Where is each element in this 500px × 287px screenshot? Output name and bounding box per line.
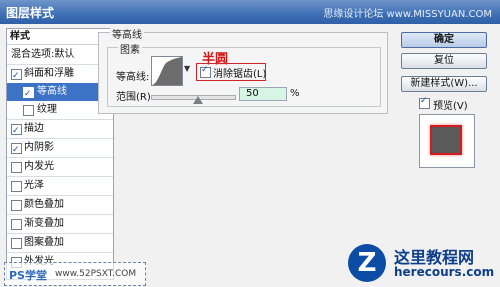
sidebar-item-label: 内发光 (24, 161, 54, 172)
range-input[interactable]: 50 (239, 87, 287, 101)
sidebar-item-stroke[interactable]: 描边 (7, 120, 113, 140)
checkbox[interactable] (11, 67, 22, 85)
checkbox[interactable] (23, 105, 34, 116)
site-watermark: 思缘设计论坛 www.MISSYUAN.COM (323, 9, 492, 20)
sidebar-item-label: 混合选项:默认 (11, 49, 75, 60)
sidebar-item-label: 内阴影 (24, 142, 54, 153)
sidebar-item-gradient-overlay[interactable]: 渐变叠加 (7, 215, 113, 233)
contour-label: 等高线: (116, 72, 150, 83)
checkbox[interactable] (11, 219, 22, 230)
group-title: 等高线 (110, 26, 144, 41)
sidebar-item-label: 光泽 (24, 180, 44, 191)
percent-unit: % (290, 88, 300, 99)
style-preview (419, 114, 475, 168)
sidebar-item-label: 描边 (24, 123, 44, 134)
sidebar-item-label: 斜面和浮雕 (24, 68, 74, 79)
slider-thumb[interactable] (193, 96, 203, 104)
bottom-watermark: PS学堂 www.52PSXT.COM (4, 262, 146, 286)
brand-logo-icon: Z (348, 244, 386, 282)
checkbox[interactable] (11, 238, 22, 249)
ok-button[interactable]: 确定 (401, 32, 487, 48)
contour-picker[interactable] (151, 56, 183, 86)
checkbox[interactable] (419, 96, 430, 109)
brand-watermark: Z 这里教程网 herecours.com (336, 238, 500, 287)
sidebar-item-label: 渐变叠加 (24, 218, 64, 229)
sidebar-item-satin[interactable]: 光泽 (7, 177, 113, 195)
title-bar: 图层样式 思缘设计论坛 www.MISSYUAN.COM (0, 0, 500, 24)
checkbox[interactable] (11, 122, 22, 140)
reset-button[interactable]: 复位 (401, 53, 487, 69)
checkbox[interactable] (23, 85, 34, 103)
watermark-text: PS学堂 (9, 269, 47, 282)
checkbox[interactable] (11, 162, 22, 173)
checkbox[interactable] (11, 181, 22, 192)
checkbox[interactable] (11, 141, 22, 159)
sidebar-item-label: 纹理 (37, 104, 57, 115)
sidebar-item-inner-glow[interactable]: 内发光 (7, 158, 113, 176)
brand-url: herecours.com (394, 265, 495, 279)
chevron-down-icon[interactable]: ▼ (184, 64, 190, 73)
sidebar-item-inner-shadow[interactable]: 内阴影 (7, 139, 113, 159)
new-style-button[interactable]: 新建样式(W)... (401, 76, 487, 92)
range-label: 范围(R): (116, 92, 155, 103)
preview-label: 预览(V) (433, 101, 468, 112)
group-subtitle: 图素 (118, 41, 142, 56)
sidebar-item-color-overlay[interactable]: 颜色叠加 (7, 196, 113, 214)
checkbox[interactable] (200, 65, 211, 78)
sidebar-item-label: 图案叠加 (24, 237, 64, 248)
anti-alias-label: 消除锯齿(L) (213, 69, 267, 80)
contour-curve-icon (152, 57, 182, 85)
sidebar-item-label: 颜色叠加 (24, 199, 64, 210)
preview-swatch (430, 125, 462, 155)
window-title: 图层样式 (6, 6, 55, 20)
checkbox[interactable] (11, 200, 22, 211)
sidebar-item-pattern-overlay[interactable]: 图案叠加 (7, 234, 113, 252)
watermark-url: www.52PSXT.COM (55, 269, 137, 279)
sidebar-item-label: 等高线 (37, 86, 67, 97)
anti-alias-checkbox[interactable]: 消除锯齿(L) (196, 63, 266, 81)
